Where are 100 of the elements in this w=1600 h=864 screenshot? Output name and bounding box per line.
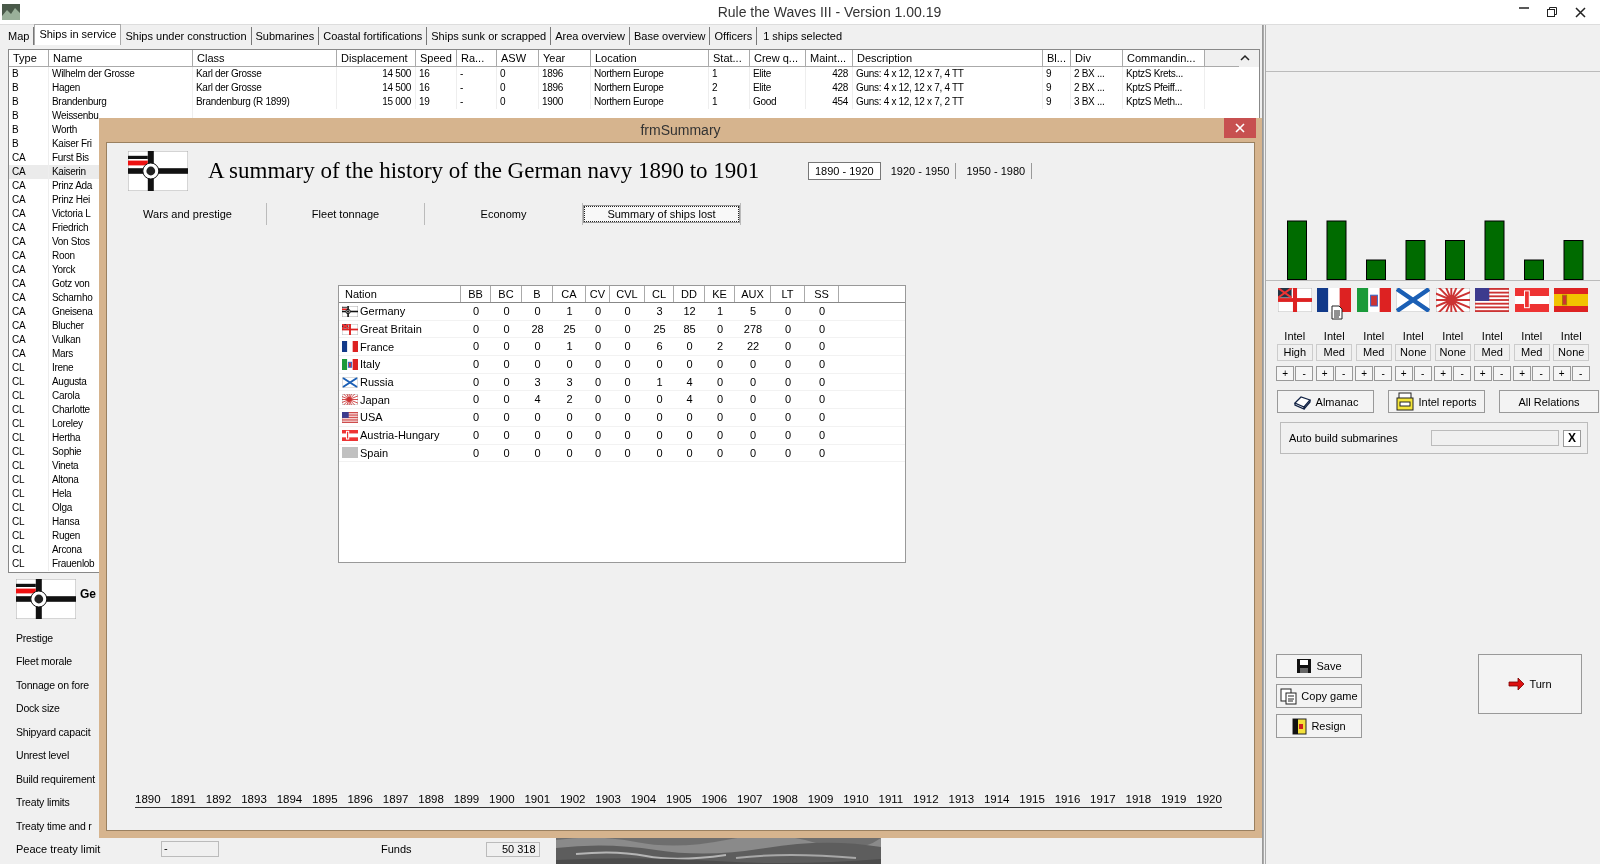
flag-icon <box>1475 288 1510 312</box>
flag-icon <box>1356 288 1391 312</box>
column-header[interactable]: Stat... <box>709 49 750 67</box>
minus-button[interactable]: - <box>1453 366 1472 381</box>
column-header[interactable]: Ra... <box>457 49 497 67</box>
minus-button[interactable]: - <box>1532 366 1551 381</box>
plus-button[interactable]: + <box>1315 366 1334 381</box>
tab[interactable]: Submarines <box>251 26 320 45</box>
intel-label: Intel <box>1521 330 1543 342</box>
plus-button[interactable]: + <box>1552 366 1571 381</box>
column-header[interactable]: CVL <box>610 286 645 302</box>
option-field[interactable] <box>1431 430 1559 446</box>
minus-button[interactable]: - <box>1374 366 1393 381</box>
column-header[interactable]: DD <box>674 286 705 302</box>
table-cell-text: 0 <box>623 410 632 426</box>
copy-documents-icon <box>1280 687 1298 705</box>
minus-button[interactable]: - <box>1334 366 1353 381</box>
minus-button[interactable]: - <box>1295 366 1314 381</box>
panel-button[interactable]: All Relations <box>1499 390 1599 413</box>
table-cell-text: 0 <box>565 410 574 426</box>
table-cell-text: 0 <box>471 392 481 408</box>
table-cell: 1896 <box>539 80 591 95</box>
tab[interactable]: Ships sunk or scrapped <box>427 26 552 45</box>
column-header[interactable]: Year <box>539 49 591 67</box>
table-cell: CA <box>9 248 49 263</box>
table-cell-text: 0 <box>715 321 725 337</box>
intel-level-field: Med <box>1513 344 1550 361</box>
panel-button[interactable]: Intel reports <box>1388 390 1485 413</box>
tab[interactable]: Area overview <box>551 26 630 45</box>
flag-icon <box>1514 288 1549 312</box>
action-button[interactable]: Save <box>1276 654 1362 678</box>
column-header[interactable]: ASW <box>497 49 539 67</box>
plus-button[interactable]: + <box>1394 366 1413 381</box>
column-header[interactable]: Div <box>1071 49 1123 67</box>
column-header[interactable]: Bl... <box>1043 49 1071 67</box>
column-header[interactable]: Type <box>9 49 49 67</box>
column-header[interactable]: Description <box>853 49 1043 67</box>
table-cell-text: 0 <box>685 427 694 443</box>
column-header[interactable]: Speed <box>416 49 457 67</box>
column-header[interactable]: KE <box>705 286 735 302</box>
stat-label: Unrest level <box>16 748 70 763</box>
table-cell-text: 0 <box>623 339 632 355</box>
table-cell: Hagen <box>49 80 193 95</box>
column-header[interactable]: Maint... <box>806 49 853 67</box>
table-cell-text: 12 <box>682 304 697 319</box>
flag-icon <box>1435 288 1470 312</box>
column-header[interactable]: CV <box>586 286 610 302</box>
table-cell-text: 0 <box>533 339 542 355</box>
minus-button[interactable]: - <box>1492 366 1511 381</box>
column-header[interactable]: BB <box>461 286 491 302</box>
minus-button[interactable]: - <box>1413 366 1432 381</box>
table-cell: CA <box>9 220 49 235</box>
intel-label: Intel <box>1363 330 1385 342</box>
column-header[interactable]: LT <box>771 286 805 302</box>
plus-button[interactable]: + <box>1473 366 1492 381</box>
tab[interactable]: Coastal fortifications <box>319 26 428 45</box>
column-header[interactable]: SS <box>805 286 839 302</box>
column-header[interactable]: BC <box>491 286 522 302</box>
table-cell: 14 500 <box>337 80 416 95</box>
column-header[interactable]: CL <box>645 286 674 302</box>
tab[interactable]: Officers <box>710 26 758 45</box>
column-header[interactable]: Class <box>193 49 337 67</box>
table-cell: 16 <box>416 80 457 95</box>
column-header[interactable]: Nation <box>339 286 461 302</box>
period-tab[interactable]: 1950 - 1980 <box>960 163 1033 179</box>
plus-button[interactable]: + <box>1434 366 1453 381</box>
turn-button[interactable]: Turn <box>1478 654 1582 714</box>
panel-button[interactable]: Almanac <box>1277 390 1374 413</box>
flag-icon <box>342 429 358 441</box>
column-header[interactable]: Commandin... <box>1123 49 1205 67</box>
period-tab[interactable]: 1890 - 1920 <box>808 162 881 180</box>
column-header[interactable]: CA <box>553 286 586 302</box>
view-tab[interactable]: Summary of ships lost <box>584 206 739 222</box>
plus-button[interactable]: + <box>1355 366 1374 381</box>
clear-button[interactable]: X <box>1563 429 1581 447</box>
table-cell-text: 0 <box>471 445 481 461</box>
view-tab[interactable]: Economy <box>474 207 533 221</box>
table-cell: Guns: 4 x 12, 12 x 7, 2 TT <box>853 94 1043 109</box>
plus-button[interactable]: + <box>1513 366 1532 381</box>
column-header[interactable]: Location <box>591 49 709 67</box>
column-header[interactable]: AUX <box>735 286 771 302</box>
view-tab[interactable]: Fleet tonnage <box>305 207 386 221</box>
table-cell: CL <box>9 430 49 445</box>
minus-button[interactable]: - <box>1571 366 1590 381</box>
action-button[interactable]: Resign <box>1276 714 1362 738</box>
tab[interactable]: Ships under construction <box>121 26 252 45</box>
tab[interactable]: Base overview <box>629 26 711 45</box>
table-cell: CA <box>9 262 49 277</box>
action-button[interactable]: Copy game <box>1276 684 1362 708</box>
column-header[interactable]: B <box>522 286 553 302</box>
table-cell-text: 3 <box>565 374 574 390</box>
flag-icon <box>342 376 358 388</box>
column-header[interactable]: Name <box>49 49 193 67</box>
table-cell-text: 0 <box>817 374 827 390</box>
column-header[interactable]: Displacement <box>337 49 416 67</box>
column-header[interactable]: Crew q... <box>750 49 806 67</box>
plus-button[interactable]: + <box>1276 366 1295 381</box>
tab[interactable]: Ships in service <box>34 24 122 46</box>
close-button[interactable] <box>1224 118 1256 138</box>
period-tab[interactable]: 1920 - 1950 <box>884 163 957 179</box>
